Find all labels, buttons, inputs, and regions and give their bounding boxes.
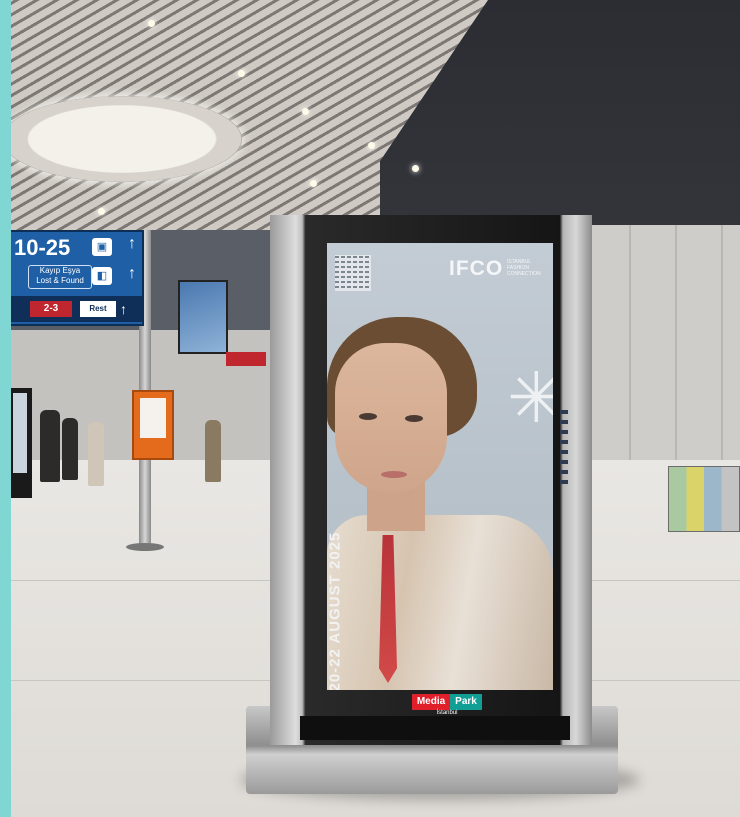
recycling-bins [668,466,740,532]
distant-kiosk [10,388,32,498]
downlight [368,142,375,149]
orange-info-sign [132,390,174,460]
model-shirt [327,515,553,690]
lips [381,471,407,478]
arrow-up-icon: ↑ [128,265,136,282]
sign-bottom-strip: 2-3 Rest ↑ [10,296,142,322]
traveler-silhouette [88,422,104,486]
downlight [98,208,105,215]
gate-range-label: 10-25 [14,235,71,260]
model-face [335,343,447,493]
ad-screen: IFCO ISTANBUL FASHION CONNECTION ✳ 20-22… [327,243,553,690]
airport-terminal-photo: 10-25 ▣ ↑ Kayıp Eşya Lost & Found ◧ ↑ 2-… [0,0,740,817]
downlight [310,180,317,187]
lost-found-label: Kayıp Eşya Lost & Found [28,265,92,289]
downlight [412,165,419,172]
logo-park: Park [450,694,482,710]
eye [359,413,377,420]
gate-badge: 2-3 [30,301,72,317]
ad-brand-tagline: ISTANBUL FASHION CONNECTION [507,259,541,277]
arrow-up-icon: ↑ [120,301,127,317]
totem-side-lights [560,410,568,490]
wayfinding-sign: 10-25 ▣ ↑ Kayıp Eşya Lost & Found ◧ ↑ 2-… [8,230,144,326]
snowflake-star-icon: ✳ [507,359,553,437]
sign-pole-base [126,543,164,551]
downlight [302,108,309,115]
logo-media: Media [412,694,450,710]
arrow-up-icon: ↑ [128,235,136,252]
luggage-icon: ◧ [92,267,112,285]
downlight [238,70,245,77]
left-border-strip [0,0,11,817]
gate-icon: ▣ [92,238,112,256]
wall-advertisement [178,280,228,354]
mediapark-logo: Media Park [412,694,482,710]
lost-found-en: Lost & Found [36,276,84,285]
traveler-silhouette [62,418,78,480]
lost-found-tr: Kayıp Eşya [39,266,81,275]
eye [405,415,423,422]
qr-code-icon [335,255,371,291]
totem-base-panel [300,716,570,740]
red-store-sign [226,352,266,366]
traveler-silhouette [205,420,221,482]
downlight [148,20,155,27]
rest-label: Rest [80,301,116,317]
logo-city: İstanbul [436,710,458,716]
ceiling-light-ring [2,96,242,182]
ad-brand-logo: IFCO [449,257,504,280]
traveler-silhouette [40,410,60,482]
event-dates: 20-22 AUGUST 2025 [327,531,344,690]
